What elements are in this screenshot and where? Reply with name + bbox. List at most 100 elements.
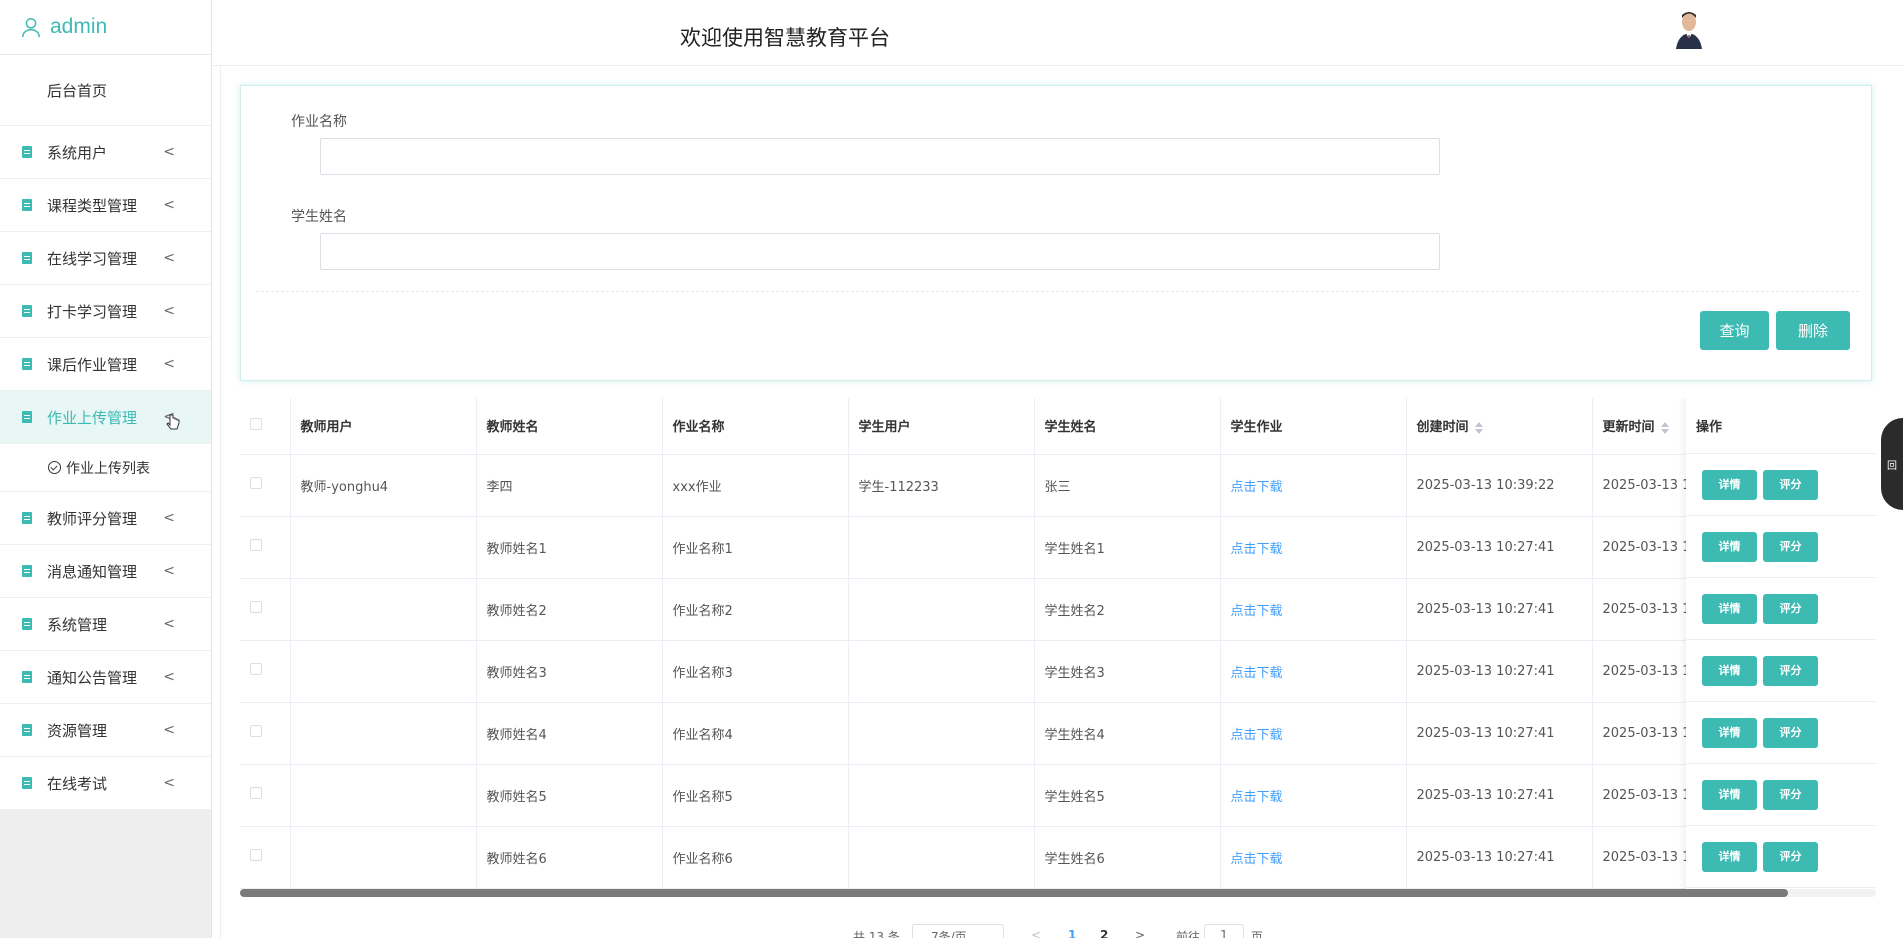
chevron-left-icon: < (163, 250, 175, 266)
chevron-left-icon: < (163, 669, 175, 685)
sidebar-item-3[interactable]: 在线学习管理 < (0, 232, 211, 285)
cell-created-at: 2025-03-13 10:27:41 (1406, 640, 1593, 703)
sidebar-item-12[interactable]: 在线考试 < (0, 757, 211, 810)
avatar[interactable] (1674, 9, 1704, 49)
select-all-checkbox[interactable] (250, 417, 262, 430)
detail-button[interactable]: 详情 (1702, 779, 1757, 810)
check-circle-icon (48, 461, 61, 474)
side-float-tab[interactable]: 回 (1881, 418, 1903, 510)
sidebar-item-7[interactable]: 教师评分管理 < (0, 492, 211, 545)
actions-column: 操作 详情 评分 详情 评分 详情 评分 详情 评分 详情 评分 详情 评分 详情 评分 (1686, 398, 1876, 892)
download-link[interactable]: 点击下载 (1231, 728, 1283, 743)
row-checkbox[interactable] (250, 725, 262, 737)
sidebar-item-home[interactable]: 后台首页 (0, 55, 211, 126)
score-button[interactable]: 评分 (1763, 717, 1818, 748)
query-button[interactable]: 查询 (1700, 311, 1769, 350)
row-checkbox[interactable] (250, 787, 262, 799)
sidebar-item-5[interactable]: 课后作业管理 < (0, 338, 211, 391)
table-row: 教师姓名5 作业名称5 学生姓名5 点击下载 2025-03-13 10:27:41 20… (240, 764, 1876, 827)
sidebar-item-9[interactable]: 系统管理 < (0, 598, 211, 651)
goto-page-input[interactable]: 1 (1204, 924, 1244, 938)
form-divider (256, 291, 1859, 292)
col-student-homework: 学生作业 (1220, 398, 1407, 455)
score-button[interactable]: 评分 (1763, 469, 1818, 500)
row-select-cell (240, 578, 291, 641)
scrollbar-thumb[interactable] (240, 889, 1788, 897)
sidebar-item-label: 资源管理 (47, 721, 108, 740)
row-checkbox[interactable] (250, 849, 262, 861)
document-icon (22, 358, 32, 370)
prev-page-button[interactable]: < (1031, 928, 1041, 938)
page-size-select[interactable]: 7条/页 (912, 924, 1004, 938)
detail-button[interactable]: 详情 (1702, 531, 1757, 562)
user-icon (22, 18, 40, 38)
chevron-left-icon: < (163, 303, 175, 319)
table-row: 教师姓名3 作业名称3 学生姓名3 点击下载 2025-03-13 10:27:41 20… (240, 640, 1876, 703)
sidebar-item-11[interactable]: 资源管理 < (0, 704, 211, 757)
detail-button[interactable]: 详情 (1702, 469, 1757, 500)
row-actions: 详情 评分 (1686, 764, 1876, 826)
sidebar-item-4[interactable]: 打卡学习管理 < (0, 285, 211, 338)
sidebar-item-label: 消息通知管理 (47, 562, 138, 581)
download-link[interactable]: 点击下载 (1231, 666, 1283, 681)
mouse-pointer-icon (166, 414, 180, 430)
cell-student-user (848, 578, 1035, 641)
cell-student-homework: 点击下载 (1220, 764, 1407, 827)
download-link[interactable]: 点击下载 (1231, 542, 1283, 557)
sort-icon[interactable] (1660, 421, 1669, 434)
sidebar-item-2[interactable]: 课程类型管理 < (0, 179, 211, 232)
row-actions: 详情 评分 (1686, 826, 1876, 888)
chevron-left-icon: < (163, 356, 175, 372)
cell-student-name: 学生姓名4 (1034, 702, 1221, 765)
download-link[interactable]: 点击下载 (1231, 480, 1283, 495)
side-tab-label: 回 (1887, 460, 1897, 472)
delete-button[interactable]: 删除 (1776, 311, 1850, 350)
document-icon (22, 724, 32, 736)
chevron-left-icon: < (163, 144, 175, 160)
cell-created-at: 2025-03-13 10:27:41 (1406, 764, 1593, 827)
sidebar-item-label: 通知公告管理 (47, 668, 138, 687)
col-created-at[interactable]: 创建时间 (1406, 398, 1593, 455)
row-checkbox[interactable] (250, 539, 262, 551)
goto-label: 前往 (1176, 930, 1201, 938)
score-button[interactable]: 评分 (1763, 841, 1818, 872)
download-link[interactable]: 点击下载 (1231, 604, 1283, 619)
brand: admin (0, 0, 211, 55)
row-checkbox[interactable] (250, 601, 262, 613)
detail-button[interactable]: 详情 (1702, 717, 1757, 748)
row-checkbox[interactable] (250, 477, 262, 489)
score-button[interactable]: 评分 (1763, 655, 1818, 686)
sort-icon[interactable] (1474, 421, 1483, 434)
document-icon (22, 512, 32, 524)
download-link[interactable]: 点击下载 (1231, 852, 1283, 867)
page-2[interactable]: 2 (1100, 928, 1108, 938)
cell-student-homework: 点击下载 (1220, 640, 1407, 703)
cell-student-homework: 点击下载 (1220, 454, 1407, 517)
sidebar-subitem-upload-list[interactable]: 作业上传列表 (0, 444, 211, 492)
sidebar-item-8[interactable]: 消息通知管理 < (0, 545, 211, 598)
download-link[interactable]: 点击下载 (1231, 790, 1283, 805)
table-row: 教师-yonghu4 李四 xxx作业 学生-112233 张三 点击下载 2025-03-… (240, 454, 1876, 517)
score-button[interactable]: 评分 (1763, 531, 1818, 562)
document-icon (22, 199, 32, 211)
detail-button[interactable]: 详情 (1702, 593, 1757, 624)
sidebar-item-label: 课程类型管理 (47, 196, 138, 215)
detail-button[interactable]: 详情 (1702, 655, 1757, 686)
cell-teacher-user: 教师-yonghu4 (290, 454, 477, 517)
cell-created-at: 2025-03-13 10:27:41 (1406, 826, 1593, 889)
score-button[interactable]: 评分 (1763, 779, 1818, 810)
cell-teacher-name: 教师姓名2 (476, 578, 663, 641)
score-button[interactable]: 评分 (1763, 593, 1818, 624)
cell-homework-name: 作业名称1 (662, 516, 849, 579)
student-name-input[interactable] (320, 233, 1440, 270)
next-page-button[interactable]: > (1135, 928, 1145, 938)
brand-name: admin (50, 15, 108, 38)
homework-name-input[interactable] (320, 138, 1440, 175)
page-1[interactable]: 1 (1068, 928, 1076, 938)
detail-button[interactable]: 详情 (1702, 841, 1757, 872)
row-checkbox[interactable] (250, 663, 262, 675)
cell-homework-name: 作业名称3 (662, 640, 849, 703)
sidebar-item-10[interactable]: 通知公告管理 < (0, 651, 211, 704)
sidebar-item-1[interactable]: 系统用户 < (0, 126, 211, 179)
horizontal-scrollbar[interactable] (240, 889, 1876, 897)
